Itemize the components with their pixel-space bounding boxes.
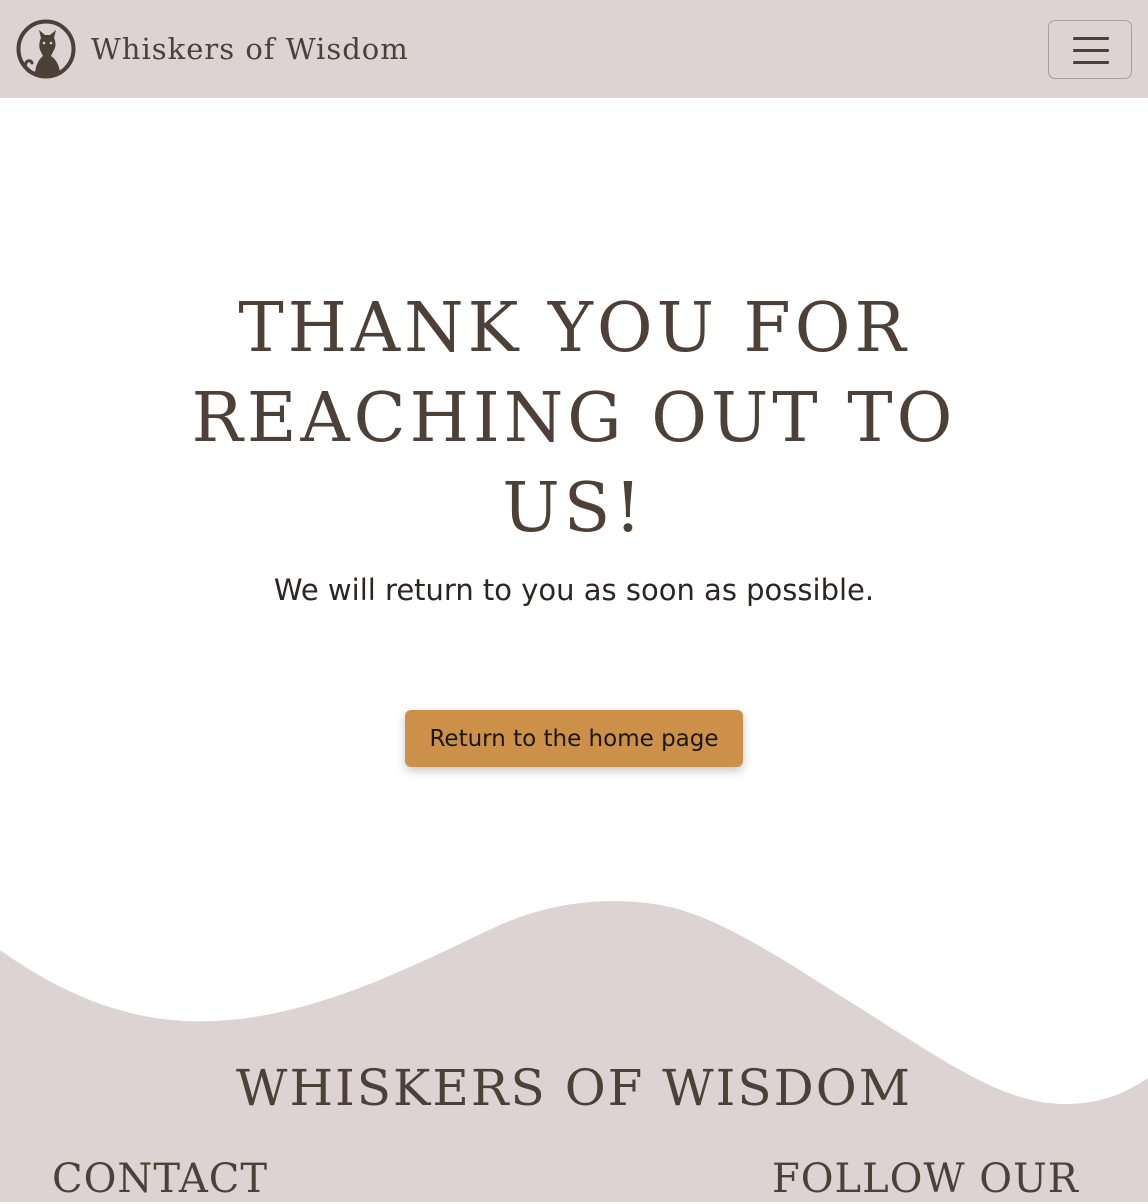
thank-you-section: Thank you for reaching out to us! We wil… [0,98,1148,898]
footer-brand-name: Whiskers of Wisdom [236,1059,912,1117]
return-home-button[interactable]: Return to the home page [405,710,743,767]
footer-follow-heading: Follow our [772,1156,1079,1202]
page-title: Thank you for reaching out to us! [191,289,957,548]
brand-name: Whiskers of Wisdom [91,31,409,66]
footer: Whiskers of Wisdom Contact Follow our [0,880,1148,1202]
confirmation-message: We will return to you as soon as possibl… [273,573,875,607]
brand-link[interactable]: Whiskers of Wisdom [16,19,409,79]
cat-icon [16,19,76,79]
navbar: Whiskers of Wisdom [0,0,1148,98]
menu-toggle-button[interactable] [1048,20,1132,79]
footer-contact-heading: Contact [52,1156,269,1202]
